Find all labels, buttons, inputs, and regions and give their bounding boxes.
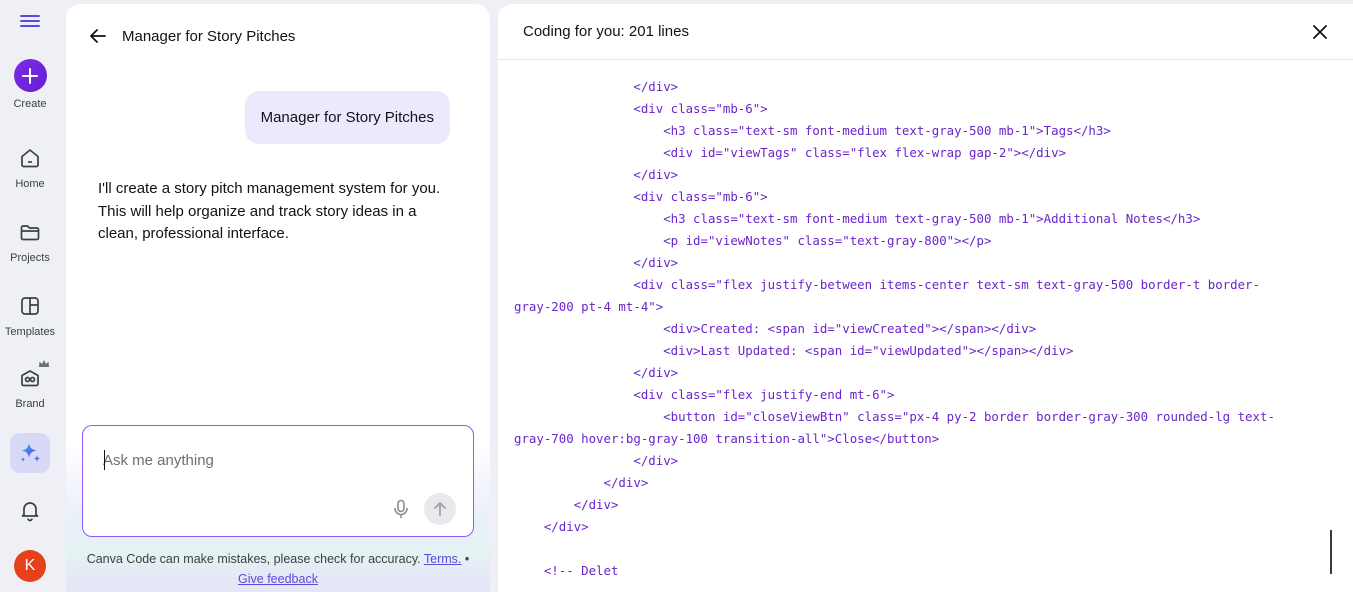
code-line: <div class="mb-6"> — [514, 189, 768, 204]
left-rail: Create Home Projects Templates Brand K — [0, 0, 60, 592]
code-view[interactable]: </div> <div class="mb-6"> <h3 class="tex… — [514, 76, 1334, 582]
hamburger-menu-icon[interactable] — [20, 12, 40, 32]
code-line: <div class="flex justify-between items-c… — [514, 277, 1260, 292]
code-line: gray-700 hover:bg-gray-100 transition-al… — [514, 431, 940, 446]
scrollbar-thumb[interactable] — [1330, 530, 1332, 574]
chat-input[interactable] — [103, 448, 443, 472]
ai-assistant-button[interactable] — [10, 433, 50, 473]
code-line: </div> — [514, 519, 589, 534]
home-icon — [18, 146, 42, 170]
separator-dot: • — [464, 552, 470, 566]
code-line: <!-- Delet — [514, 563, 619, 578]
text-caret — [104, 450, 105, 470]
code-line: <div>Created: <span id="viewCreated"></s… — [514, 321, 1037, 336]
code-line: </div> — [514, 365, 679, 380]
rail-item-projects[interactable]: Projects — [0, 220, 60, 264]
user-message-text: Manager for Story Pitches — [260, 109, 434, 126]
code-line: <div id="viewTags" class="flex flex-wrap… — [514, 145, 1067, 160]
user-message-bubble: Manager for Story Pitches — [244, 91, 450, 144]
brand-icon — [18, 360, 49, 390]
sparkles-icon — [20, 443, 41, 462]
arrow-up-icon — [434, 502, 446, 516]
code-line: <h3 class="text-sm font-medium text-gray… — [514, 211, 1201, 226]
send-button[interactable] — [424, 493, 456, 525]
code-line: </div> — [514, 497, 619, 512]
code-line: <h3 class="text-sm font-medium text-gray… — [514, 123, 1111, 138]
chat-header: Manager for Story Pitches — [66, 4, 490, 66]
code-line: </div> — [514, 255, 679, 270]
give-feedback-link[interactable]: Give feedback — [238, 572, 318, 586]
code-line: <div class="mb-6"> — [514, 101, 768, 116]
code-line: gray-200 pt-4 mt-4"> — [514, 299, 664, 314]
chat-title: Manager for Story Pitches — [122, 28, 296, 45]
microphone-icon[interactable] — [390, 498, 412, 520]
code-line: </div> — [514, 453, 679, 468]
rail-label-projects: Projects — [10, 252, 50, 264]
folder-icon — [18, 220, 42, 244]
rail-label-home: Home — [15, 178, 45, 190]
rail-item-brand[interactable]: Brand — [0, 360, 60, 410]
code-line: <div class="flex justify-end mt-6"> — [514, 387, 895, 402]
avatar[interactable]: K — [14, 550, 46, 582]
code-header: Coding for you: 201 lines — [498, 4, 1353, 60]
code-panel: Coding for you: 201 lines </div> <div cl… — [498, 4, 1353, 592]
create-label: Create — [13, 98, 47, 110]
rail-label-brand: Brand — [15, 398, 45, 410]
close-icon[interactable] — [1310, 22, 1330, 42]
chat-input-box — [82, 425, 474, 537]
back-arrow-icon[interactable] — [88, 26, 108, 46]
chat-panel: Manager for Story Pitches Manager for St… — [66, 4, 490, 592]
assistant-message: I'll create a story pitch management sys… — [98, 180, 441, 242]
templates-icon — [18, 294, 42, 318]
disclaimer: Canva Code can make mistakes, please che… — [66, 549, 490, 589]
rail-label-templates: Templates — [4, 326, 56, 338]
code-line: </div> — [514, 79, 679, 94]
code-title: Coding for you: 201 lines — [523, 23, 689, 40]
rail-item-home[interactable]: Home — [0, 146, 60, 190]
plus-icon — [13, 59, 47, 92]
code-line: </div> — [514, 167, 679, 182]
notifications-bell-icon[interactable] — [18, 498, 42, 522]
code-line: <p id="viewNotes" class="text-gray-800">… — [514, 233, 992, 248]
terms-link[interactable]: Terms. — [424, 552, 462, 566]
disclaimer-text: Canva Code can make mistakes, please che… — [86, 552, 421, 566]
rail-item-templates[interactable]: Templates — [0, 294, 60, 338]
code-line: </div> — [514, 475, 649, 490]
create-button[interactable]: Create — [0, 59, 60, 110]
code-line: <div>Last Updated: <span id="viewUpdated… — [514, 343, 1074, 358]
code-line: <button id="closeViewBtn" class="px-4 py… — [514, 409, 1275, 424]
crown-icon — [39, 360, 49, 367]
